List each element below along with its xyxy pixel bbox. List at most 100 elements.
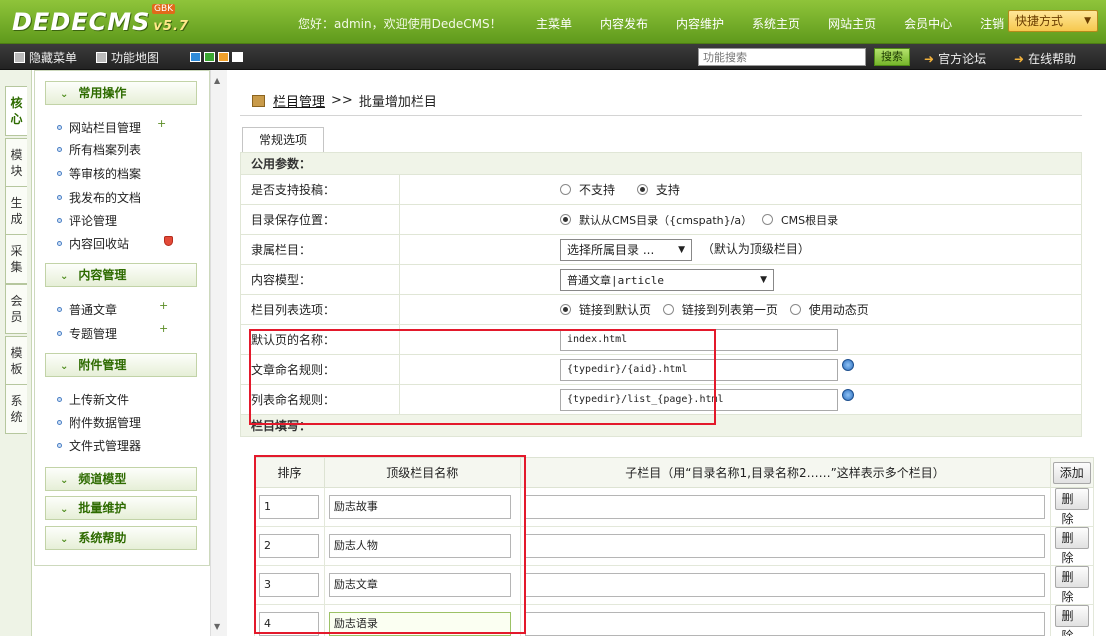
scroll-down-icon[interactable]: ▼ [214,622,220,631]
menu-item-label: 上传新文件 [69,393,130,407]
skin-color-green[interactable] [204,52,215,62]
module-tabs: 核心 模块 生成 采集 会员 模板 系统 [0,70,32,636]
nav-system-home[interactable]: 系统主页 [752,15,800,32]
skin-color-blue[interactable] [190,52,201,62]
arrow-right-icon: ➜ [924,52,935,66]
tab-members[interactable]: 会员 [5,284,27,334]
menu-item-comments[interactable]: 评论管理 [57,212,117,229]
menu-item-file-manager[interactable]: 文件式管理器 [57,437,141,454]
forum-link[interactable]: ➜ 官方论坛 [924,50,986,67]
tab-templates[interactable]: 模板 [5,336,27,386]
model-select[interactable]: 普通文章|article ▼ [560,268,774,291]
radio-allow-submit-label: 支持 [655,183,680,197]
tab-generate[interactable]: 生成 [5,186,27,236]
menu-item-columns[interactable]: 网站栏目管理 [57,119,141,136]
radio-link-default[interactable] [560,304,571,315]
tab-system[interactable]: 系统 [5,384,27,434]
add-icon[interactable]: + [159,322,168,335]
quick-menu-button[interactable]: 快捷方式 ▼ [1008,10,1098,32]
skin-color-orange[interactable] [218,52,229,62]
delete-row-button[interactable]: 删除 [1054,488,1089,526]
model-label: 内容模型： [240,264,400,295]
sub-cell [519,487,1051,527]
tab-collect-label: 采集 [10,244,23,274]
sub-cell [519,526,1051,566]
help-icon[interactable] [842,359,854,371]
parent-field: 选择所属目录 ... ▼ （默认为顶级栏目） [399,234,1082,265]
nav-publish[interactable]: 内容发布 [600,15,648,32]
menu-item-label: 网站栏目管理 [69,121,142,135]
logout-link[interactable]: 注销 [980,15,1004,32]
section-public-title: 公用参数： [240,152,1082,175]
menu-item-my-docs[interactable]: 我发布的文档 [57,189,141,206]
menu-item-articles[interactable]: 普通文章 [57,301,117,318]
sub-columns-input[interactable] [524,495,1045,519]
chevron-down-icon: ▼ [760,274,767,285]
row-save-path: 目录保存位置： 默认从CMS目录（{cmspath}/a） CMS根目录 [240,204,1082,235]
parent-select-value: 选择所属目录 ... [567,242,655,257]
parent-select[interactable]: 选择所属目录 ... ▼ [560,238,692,261]
radio-allow-submit[interactable] [636,184,648,195]
menu-group-batch[interactable]: ⌄ 批量维护 [45,496,197,520]
bullet-icon [57,397,62,402]
menu-item-label: 内容回收站 [69,237,130,251]
scroll-up-icon[interactable]: ▲ [214,76,220,85]
menu-group-content[interactable]: ⌄ 内容管理 [45,263,197,287]
radio-no-submit[interactable] [560,184,571,195]
parent-hint: （默认为顶级栏目） [701,242,810,256]
bullet-icon [57,420,62,425]
breadcrumb-columns-link[interactable]: 栏目管理 [273,91,325,110]
radio-root-path-label: CMS根目录 [780,213,839,227]
menu-item-label: 附件数据管理 [69,416,142,430]
tab-core[interactable]: 核心 [5,86,27,136]
function-search-input[interactable] [698,48,866,66]
save-path-label: 目录保存位置： [240,204,400,235]
menu-item-recycle[interactable]: 内容回收站 [57,235,129,252]
radio-default-path[interactable] [560,213,571,225]
quick-menu-label: 快捷方式 [1015,14,1064,28]
menu-item-topics[interactable]: 专题管理 [57,325,117,342]
online-help-link[interactable]: ➜ 在线帮助 [1014,50,1076,67]
bullet-icon [57,195,62,200]
radio-dynamic[interactable] [789,304,801,315]
menu-group-common[interactable]: ⌄ 常用操作 [45,81,197,105]
help-icon[interactable] [842,389,854,401]
bullet-icon [57,147,62,152]
add-icon[interactable]: + [157,117,166,130]
delete-row-button[interactable]: 删除 [1054,605,1089,636]
radio-root-path[interactable] [761,213,773,225]
menu-item-all-archives[interactable]: 所有档案列表 [57,141,141,158]
sub-columns-input[interactable] [524,612,1045,636]
add-row-button[interactable]: 添加 [1052,461,1091,484]
delete-row-button[interactable]: 删除 [1054,566,1089,604]
hide-menu-button[interactable]: 隐藏菜单 [14,49,77,66]
bullet-icon [57,218,62,223]
sub-columns-input[interactable] [524,573,1045,597]
menu-group-content-label: 内容管理 [78,268,127,282]
tab-general-options[interactable]: 常规选项 [242,127,324,152]
menu-item-upload[interactable]: 上传新文件 [57,391,129,408]
skin-color-picker [190,52,246,62]
highlight-column-names [254,455,526,634]
tab-collect[interactable]: 采集 [5,234,27,284]
function-map-button[interactable]: 功能地图 [96,49,159,66]
map-icon [96,52,107,63]
menu-group-channel-models[interactable]: ⌄ 频道模型 [45,467,197,491]
sub-columns-input[interactable] [524,534,1045,558]
nav-site-home[interactable]: 网站主页 [828,15,876,32]
search-button[interactable]: 搜索 [874,48,910,66]
sidebar-scrollbar[interactable]: ▲ ▼ [210,70,227,636]
menu-item-attach-data[interactable]: 附件数据管理 [57,414,141,431]
nav-maintain[interactable]: 内容维护 [676,15,724,32]
menu-item-pending[interactable]: 等审核的档案 [57,165,141,182]
nav-member-center[interactable]: 会员中心 [904,15,952,32]
delete-row-button[interactable]: 删除 [1054,527,1089,565]
nav-main-menu[interactable]: 主菜单 [536,15,572,32]
chevron-down-icon: ⌄ [60,534,69,545]
menu-group-help[interactable]: ⌄ 系统帮助 [45,526,197,550]
menu-group-attachments[interactable]: ⌄ 附件管理 [45,353,197,377]
add-icon[interactable]: + [159,299,168,312]
skin-color-white[interactable] [232,52,243,62]
radio-link-first[interactable] [662,304,674,315]
tab-modules[interactable]: 模块 [5,138,27,188]
